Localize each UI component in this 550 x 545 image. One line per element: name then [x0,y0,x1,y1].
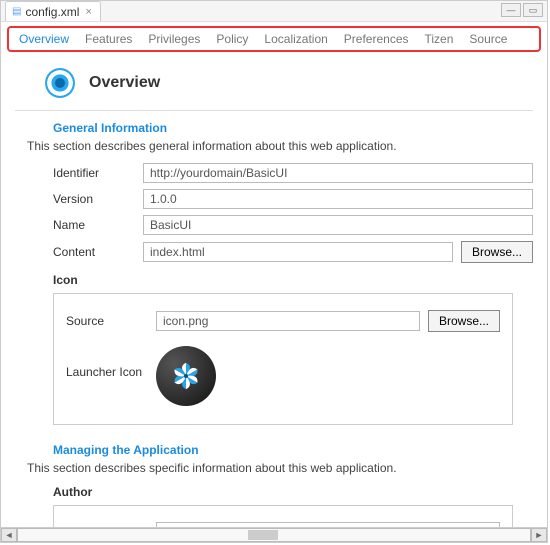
minimize-button[interactable]: — [501,3,521,17]
horizontal-scrollbar[interactable]: ◄ ► [1,527,547,542]
file-tab-name: config.xml [25,5,79,19]
row-content: Content Browse... [53,241,533,263]
name-label: Name [53,218,143,232]
content-label: Content [53,245,143,259]
section-managing-desc: This section describes specific informat… [27,461,533,475]
section-general-desc: This section describes general informati… [27,139,533,153]
scroll-track[interactable] [17,528,531,542]
author-heading: Author [53,485,533,499]
maximize-button[interactable]: ▭ [523,3,543,17]
content-input[interactable] [143,242,453,262]
identifier-label: Identifier [53,166,143,180]
scroll-right-icon[interactable]: ► [531,528,547,542]
tab-localization[interactable]: Localization [264,32,327,46]
file-tab[interactable]: ▤ config.xml × [5,1,101,21]
row-launcher-icon: Launcher Icon [66,338,500,406]
separator [15,110,533,111]
launcher-icon [156,346,216,406]
page-header: Overview [15,62,533,108]
tab-preferences[interactable]: Preferences [344,32,409,46]
scroll-thumb[interactable] [248,530,278,540]
editor-window: ▤ config.xml × — ▭ Overview Features Pri… [0,0,548,543]
page-title: Overview [89,74,160,92]
row-name: Name [53,215,533,235]
overview-icon [45,68,75,98]
file-icon: ▤ [12,6,21,17]
tab-source[interactable]: Source [469,32,507,46]
section-general-heading: General Information [53,121,533,135]
close-icon[interactable]: × [83,6,93,18]
identifier-input[interactable] [143,163,533,183]
launcher-label: Launcher Icon [66,365,156,379]
version-label: Version [53,192,143,206]
row-author: Author [66,522,500,527]
content-browse-button[interactable]: Browse... [461,241,533,263]
content-scroll[interactable]: Overview General Information This sectio… [1,54,547,527]
name-input[interactable] [143,215,533,235]
file-tab-row: ▤ config.xml × — ▭ [1,1,547,22]
row-version: Version [53,189,533,209]
source-browse-button[interactable]: Browse... [428,310,500,332]
tab-overview[interactable]: Overview [19,32,69,46]
section-managing-heading: Managing the Application [53,443,533,457]
source-input[interactable] [156,311,420,331]
icon-heading: Icon [53,273,533,287]
author-group: Author E-mail Web Site [53,505,513,527]
author-input[interactable] [156,522,500,527]
row-icon-source: Source Browse... [66,310,500,332]
tab-tizen[interactable]: Tizen [425,32,454,46]
tab-policy[interactable]: Policy [216,32,248,46]
tab-features[interactable]: Features [85,32,132,46]
window-buttons: — ▭ [501,3,543,17]
version-input[interactable] [143,189,533,209]
editor-tab-bar: Overview Features Privileges Policy Loca… [7,26,541,52]
icon-group: Source Browse... Launcher Icon [53,293,513,425]
author-label: Author [66,525,156,527]
row-identifier: Identifier [53,163,533,183]
scroll-left-icon[interactable]: ◄ [1,528,17,542]
tab-privileges[interactable]: Privileges [148,32,200,46]
source-label: Source [66,314,156,328]
pinwheel-icon [164,354,208,398]
